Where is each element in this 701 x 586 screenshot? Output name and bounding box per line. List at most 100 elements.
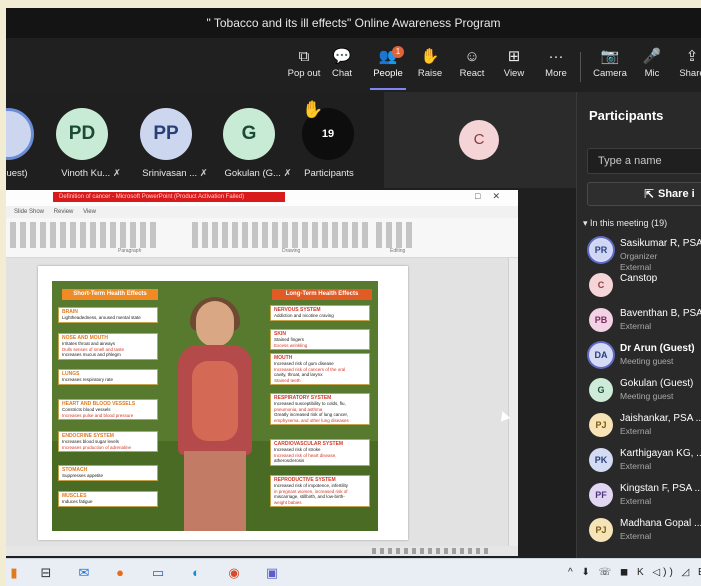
avatar: C <box>459 120 499 160</box>
more-button[interactable]: ··· More <box>534 46 578 88</box>
edge-icon[interactable]: ◐ <box>188 565 204 581</box>
more-label: More <box>545 68 567 79</box>
mic-button[interactable]: 🎤 Mic <box>630 46 674 88</box>
mic-muted-icon: ✗ <box>199 168 208 179</box>
teams-icon[interactable]: ▣ <box>264 565 280 581</box>
participant-name: Gokulan (Guest) <box>620 378 694 389</box>
title-bar: " Tobacco and its ill effects" Online Aw… <box>6 8 701 38</box>
system-tray[interactable]: ^ ⬇ ☏ ◼ K ◁)) ◿ EN <box>568 567 701 578</box>
view-label: View <box>503 68 525 79</box>
mail-icon[interactable]: ✉ <box>76 565 92 581</box>
participant-role: External <box>620 426 652 436</box>
meeting-toolbar: ⧉ Pop out 💬 Chat 👥 1 People ✋ Raise ☺ Re… <box>6 38 701 92</box>
participant-name: Baventhan B, PSA C <box>620 308 701 319</box>
react-button[interactable]: ☺ React <box>450 46 494 88</box>
ppt-window-title: Definition of cancer - Microsoft PowerPo… <box>53 192 285 202</box>
grid-icon: ⊞ <box>507 48 521 65</box>
raised-hand-icon: ✋ <box>302 100 324 119</box>
effect-line: Induces fatigue <box>62 499 93 504</box>
drawing-group-label: Drawing <box>282 248 301 254</box>
people-button[interactable]: 👥 1 People <box>366 46 410 88</box>
effect-line: Excess wrinkling <box>274 342 308 348</box>
file-explorer-icon[interactable]: ▮ <box>6 565 22 581</box>
ellipsis-icon: ··· <box>548 48 564 65</box>
ribbon-group-paragraph[interactable] <box>10 222 160 248</box>
participant-video-tile[interactable]: C <box>384 92 576 188</box>
share-invite-button[interactable]: ⇱ Share i <box>587 182 701 206</box>
more-participants-tile[interactable]: 19 Participants <box>284 92 374 188</box>
effect-line: Increases pulse and blood pressure <box>62 412 134 418</box>
effect-box: LUNGS Increases respiratory rate <box>58 369 158 385</box>
participant-name: Sasikumar R, PSA C <box>620 238 701 249</box>
effect-box: SKIN Stained fingers Excess wrinkling <box>270 329 370 350</box>
files-icon[interactable]: ▭ <box>150 565 166 581</box>
camera-off-icon: 📷 <box>600 48 620 65</box>
taskview-icon[interactable]: ⊟ <box>38 565 54 581</box>
participant-tile[interactable]: PP Srinivasan ... ✗ <box>130 92 220 188</box>
ppt-scrollbar[interactable] <box>508 258 518 546</box>
mic-label: Mic <box>644 68 660 79</box>
avatar: PP <box>140 108 192 160</box>
participants-label: Participants <box>304 168 354 179</box>
avatar: PD <box>56 108 108 160</box>
raise-label: Raise <box>417 68 443 79</box>
participant-name: Madhana Gopal ... <box>620 518 701 529</box>
avatar: PJ <box>589 413 613 437</box>
chrome-icon[interactable]: ◉ <box>226 565 242 581</box>
window-controls[interactable]: □✕ <box>475 191 512 202</box>
camera-label: Camera <box>593 68 627 79</box>
avatar <box>6 108 34 160</box>
slide: Short-Term Health Effects Long-Term Heal… <box>38 266 408 540</box>
effect-box: MUSCLES Induces fatigue <box>58 491 158 507</box>
effect-line: Increases respiratory rate <box>62 377 114 382</box>
long-term-header: Long-Term Health Effects <box>272 289 372 300</box>
chat-button[interactable]: 💬 Chat <box>320 46 364 88</box>
participant-name: Kingstan F, PSA ... <box>620 483 701 494</box>
view-button[interactable]: ⊞ View <box>492 46 536 88</box>
effect-line: Suppresses appetite <box>62 473 104 478</box>
participant-role: External <box>620 496 652 506</box>
share-button[interactable]: ⇪ Share <box>670 46 701 88</box>
avatar: PF <box>589 483 613 507</box>
raise-button[interactable]: ✋ Raise <box>408 46 452 88</box>
effect-box: BRAIN Lightheadedness, aroused mental sta… <box>58 307 158 323</box>
effect-box: CARDIOVASCULAR SYSTEM Increased risk of s… <box>270 439 370 466</box>
avatar: PK <box>589 448 613 472</box>
ppt-status-bar <box>6 546 518 556</box>
powerpoint-window: Definition of cancer - Microsoft PowerPo… <box>6 190 518 556</box>
active-tab-indicator <box>370 88 406 90</box>
zoom-slider[interactable] <box>372 548 492 554</box>
participant-name: Dr Arun (Guest) <box>620 343 695 354</box>
effect-box: MOUTH Increased risk of gum disease Increa… <box>270 353 370 385</box>
ribbon-group-drawing[interactable] <box>192 222 368 248</box>
avatar: DA <box>589 343 613 367</box>
effect-line: Stained teeth <box>274 377 301 383</box>
participants-panel: Participants Type a name ⇱ Share i ▾ In … <box>576 92 701 558</box>
people-badge: 1 <box>392 46 404 58</box>
mic-off-icon: 🎤 <box>642 48 662 65</box>
avatar: PB <box>589 308 613 332</box>
participant-tile[interactable]: PD Vinoth Ku... ✗ <box>46 92 136 188</box>
effect-box: RESPIRATORY SYSTEM Increased susceptibili… <box>270 393 370 425</box>
avatar: G <box>589 378 613 402</box>
tab-view[interactable]: View <box>83 209 96 215</box>
participant-row[interactable]: PJ Madhana Gopal ... External <box>577 514 701 558</box>
avatar: PR <box>589 238 613 262</box>
participant-search-input[interactable]: Type a name <box>587 148 701 174</box>
tab-review[interactable]: Review <box>54 209 74 215</box>
tab-slide-show[interactable]: Slide Show <box>14 209 44 215</box>
camera-button[interactable]: 📷 Camera <box>588 46 632 88</box>
effect-box: REPRODUCTIVE SYSTEM Increased risk of imp… <box>270 475 370 507</box>
effect-line: atherosclerosis <box>274 458 305 463</box>
ppt-ribbon-tabs: Slide Show Review View <box>6 206 518 218</box>
effect-box: NERVOUS SYSTEM Addiction and nicotine cra… <box>270 305 370 321</box>
firefox-icon[interactable]: ● <box>112 565 128 581</box>
participant-role: External <box>620 531 652 541</box>
toolbar-separator <box>580 52 581 82</box>
effect-line: Increases production of adrenaline <box>62 444 132 450</box>
participant-role: Meeting guest <box>620 356 674 366</box>
ppt-title-bar: Definition of cancer - Microsoft PowerPo… <box>6 190 518 206</box>
meeting-title: " Tobacco and its ill effects" Online Aw… <box>206 16 501 30</box>
ribbon-group-editing[interactable] <box>376 222 416 248</box>
in-meeting-section[interactable]: ▾ In this meeting (19) <box>577 218 701 229</box>
